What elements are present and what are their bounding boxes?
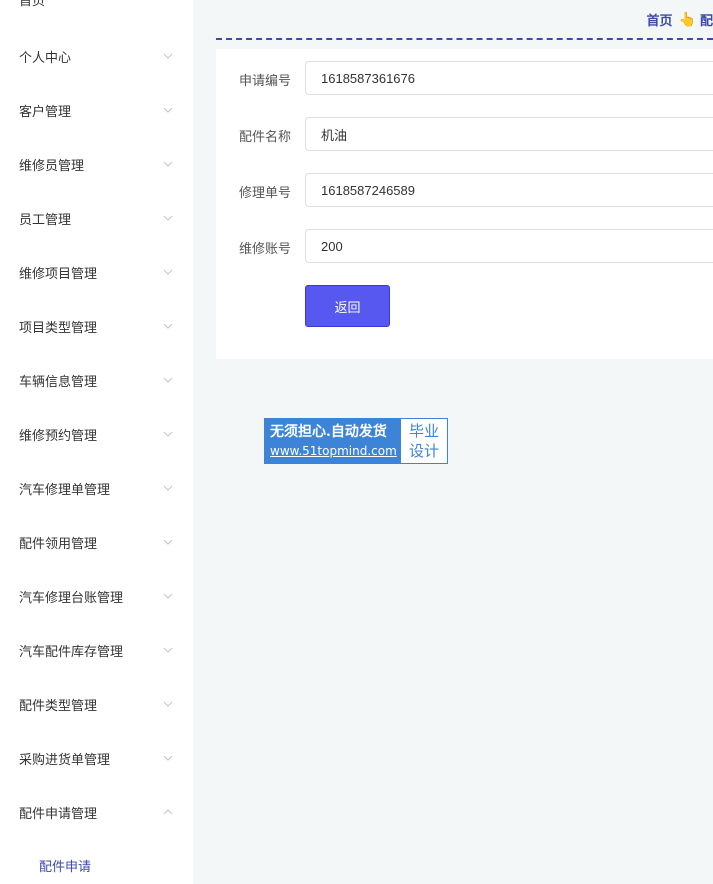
sidebar-item-repair-order[interactable]: 汽车修理单管理 <box>0 461 193 515</box>
repairman-account-field[interactable]: 200 <box>305 229 713 263</box>
watermark-link: www.51topmind.com <box>270 444 397 458</box>
sidebar-item-personal-center[interactable]: 个人中心 <box>0 29 193 83</box>
sidebar-item-staff[interactable]: 员工管理 <box>0 191 193 245</box>
sidebar-item-label: 维修预约管理 <box>19 428 98 444</box>
sidebar-item-purchase-order[interactable]: 采购进货单管理 <box>0 731 193 785</box>
back-button[interactable]: 返回 <box>305 285 390 327</box>
breadcrumb-current: 配 <box>699 14 713 29</box>
main-content: 首页 👆 配 申请编号 1618587361676 配件名称 机油 修理单号 1… <box>193 0 713 884</box>
field-label: 申请编号 <box>239 74 292 89</box>
chevron-down-icon <box>162 482 174 494</box>
sidebar-item-customer[interactable]: 客户管理 <box>0 83 193 137</box>
chevron-down-icon <box>162 104 174 116</box>
breadcrumb: 首页 👆 配 <box>647 10 713 30</box>
sidebar-item-project-type[interactable]: 项目类型管理 <box>0 299 193 353</box>
sidebar-item-label: 项目类型管理 <box>19 320 98 336</box>
sidebar-subitem-parts-request[interactable]: 配件申请 <box>39 856 91 875</box>
sidebar-item-label: 维修员管理 <box>19 158 85 174</box>
watermark-right-line1: 毕业 <box>408 422 439 440</box>
sidebar-item-label: 配件类型管理 <box>19 698 98 714</box>
field-label: 维修账号 <box>239 242 292 257</box>
sidebar-item-label: 车辆信息管理 <box>19 374 98 390</box>
form-row-application-no: 申请编号 1618587361676 <box>216 61 713 95</box>
sidebar-item-label: 客户管理 <box>19 104 72 120</box>
sidebar-item-repair-booking[interactable]: 维修预约管理 <box>0 407 193 461</box>
sidebar-item-parts-usage[interactable]: 配件领用管理 <box>0 515 193 569</box>
breadcrumb-home[interactable]: 首页 <box>647 10 673 29</box>
form-row-part-name: 配件名称 机油 <box>216 117 713 151</box>
chevron-down-icon <box>162 50 174 62</box>
sidebar: 首页 个人中心 客户管理 维修员管理 员工管理 维修项目管理 项目类型管理 车辆… <box>0 0 193 884</box>
sidebar-item-parts-type[interactable]: 配件类型管理 <box>0 677 193 731</box>
field-label: 配件名称 <box>239 130 292 145</box>
chevron-down-icon <box>162 590 174 602</box>
watermark-right: 毕业 设计 <box>401 419 447 463</box>
sidebar-item-label: 汽车配件库存管理 <box>19 644 124 660</box>
sidebar-item-repair-project[interactable]: 维修项目管理 <box>0 245 193 299</box>
watermark-left: 无须担心.自动发货 www.51topmind.com <box>265 419 401 463</box>
chevron-down-icon <box>162 266 174 278</box>
repair-order-no-field[interactable]: 1618587246589 <box>305 173 713 207</box>
chevron-down-icon <box>162 644 174 656</box>
application-no-field[interactable]: 1618587361676 <box>305 61 713 95</box>
chevron-down-icon <box>162 212 174 224</box>
sidebar-item-label: 个人中心 <box>19 50 72 66</box>
form-row-repairman-account: 维修账号 200 <box>216 229 713 263</box>
sidebar-item-label: 汽车修理单管理 <box>19 482 111 498</box>
sidebar-item-label: 员工管理 <box>19 212 72 228</box>
sidebar-item-label: 汽车修理台账管理 <box>19 590 124 606</box>
sidebar-item-repairman[interactable]: 维修员管理 <box>0 137 193 191</box>
sidebar-item-home[interactable]: 首页 <box>19 0 45 9</box>
chevron-down-icon <box>162 698 174 710</box>
sidebar-item-parts-stock[interactable]: 汽车配件库存管理 <box>0 623 193 677</box>
chevron-down-icon <box>162 158 174 170</box>
watermark-line1: 无须担心.自动发货 <box>270 424 387 440</box>
sidebar-item-parts-request[interactable]: 配件申请管理 <box>0 785 193 839</box>
sidebar-item-repair-ledger[interactable]: 汽车修理台账管理 <box>0 569 193 623</box>
chevron-down-icon <box>162 752 174 764</box>
watermark-banner: 无须担心.自动发货 www.51topmind.com 毕业 设计 <box>264 418 448 464</box>
watermark-right-line2: 设计 <box>408 442 439 460</box>
field-label: 修理单号 <box>239 186 292 201</box>
hand-pointer-icon: 👆 <box>678 11 696 28</box>
sidebar-item-vehicle-info[interactable]: 车辆信息管理 <box>0 353 193 407</box>
part-name-field[interactable]: 机油 <box>305 117 713 151</box>
detail-form: 申请编号 1618587361676 配件名称 机油 修理单号 16185872… <box>216 49 713 359</box>
chevron-down-icon <box>162 536 174 548</box>
form-row-repair-order-no: 修理单号 1618587246589 <box>216 173 713 207</box>
sidebar-item-label: 维修项目管理 <box>19 266 98 282</box>
chevron-down-icon <box>162 428 174 440</box>
chevron-down-icon <box>162 320 174 332</box>
sidebar-item-label: 配件申请管理 <box>19 806 98 822</box>
sidebar-item-label: 采购进货单管理 <box>19 752 111 768</box>
chevron-down-icon <box>162 374 174 386</box>
sidebar-item-label: 配件领用管理 <box>19 536 98 552</box>
chevron-up-icon <box>162 806 174 818</box>
divider <box>216 38 713 40</box>
